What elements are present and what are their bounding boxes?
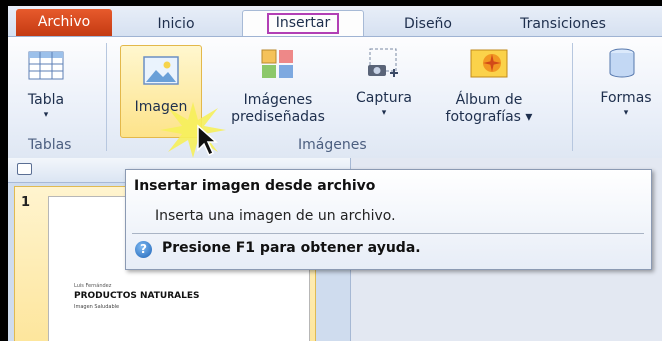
tooltip-description: Inserta una imagen de un archivo.: [155, 208, 396, 224]
help-icon: ?: [135, 241, 152, 258]
tab-insertar-label: Insertar: [266, 13, 340, 34]
table-icon: [28, 51, 64, 80]
clipart-icon: [261, 49, 293, 78]
photo-album-icon: [470, 49, 508, 78]
tab-inicio[interactable]: Inicio: [141, 13, 211, 35]
tooltip-divider: [132, 233, 644, 234]
image-icon: [143, 56, 179, 85]
ribbon-insertar: Tabla ▾ Imagen Imágenes prediseñadas Cap…: [8, 37, 662, 159]
tab-archivo[interactable]: Archivo: [16, 9, 112, 36]
tooltip-help-text: Presione F1 para obtener ayuda.: [162, 240, 421, 256]
table-dropdown-caret: ▾: [43, 110, 49, 120]
screenshot-icon: [368, 48, 398, 77]
slide-title: PRODUCTOS NATURALES: [74, 291, 200, 301]
shapes-icon: [609, 48, 635, 78]
tooltip: Insertar imagen desde archivo Inserta un…: [125, 169, 652, 270]
clipart-label-1: Imágenes: [243, 92, 313, 108]
photo-album-label-2: fotografías ▾: [445, 109, 533, 125]
screenshot-dropdown-caret: ▾: [381, 108, 387, 118]
slide-number: 1: [21, 195, 31, 210]
tooltip-title: Insertar imagen desde archivo: [134, 178, 376, 194]
tab-transiciones[interactable]: Transiciones: [493, 13, 633, 35]
group-separator: [106, 43, 107, 151]
photo-album-button[interactable]: Álbum de fotografías ▾: [434, 47, 544, 129]
shapes-dropdown-caret: ▾: [623, 108, 629, 118]
slide-author: Luis Fernández: [74, 283, 112, 289]
group-label-tablas: Tablas: [28, 137, 72, 153]
cursor-icon: [197, 124, 218, 157]
shapes-label: Formas: [600, 90, 652, 106]
ribbon-tabs: Archivo Inicio Insertar Diseño Transicio…: [8, 6, 662, 37]
group-label-imagenes: Imágenes: [298, 137, 367, 153]
shapes-button[interactable]: Formas ▾: [586, 47, 662, 129]
powerpoint-window: Archivo Inicio Insertar Diseño Transicio…: [8, 6, 662, 341]
tab-insertar[interactable]: Insertar: [242, 10, 364, 36]
photo-album-label-1: Álbum de: [455, 92, 523, 108]
screenshot-label: Captura: [356, 90, 412, 106]
table-label: Tabla: [27, 92, 65, 108]
clipart-button[interactable]: Imágenes prediseñadas: [218, 47, 338, 129]
tab-diseno[interactable]: Diseño: [388, 13, 468, 35]
slides-tab-icon[interactable]: [17, 163, 32, 175]
group-separator: [572, 43, 573, 151]
table-button[interactable]: Tabla ▾: [16, 47, 76, 129]
screenshot-button[interactable]: Captura ▾: [344, 47, 424, 129]
slide-subtitle: Imagen Saludable: [74, 304, 120, 310]
clipart-label-2: prediseñadas: [231, 109, 325, 125]
